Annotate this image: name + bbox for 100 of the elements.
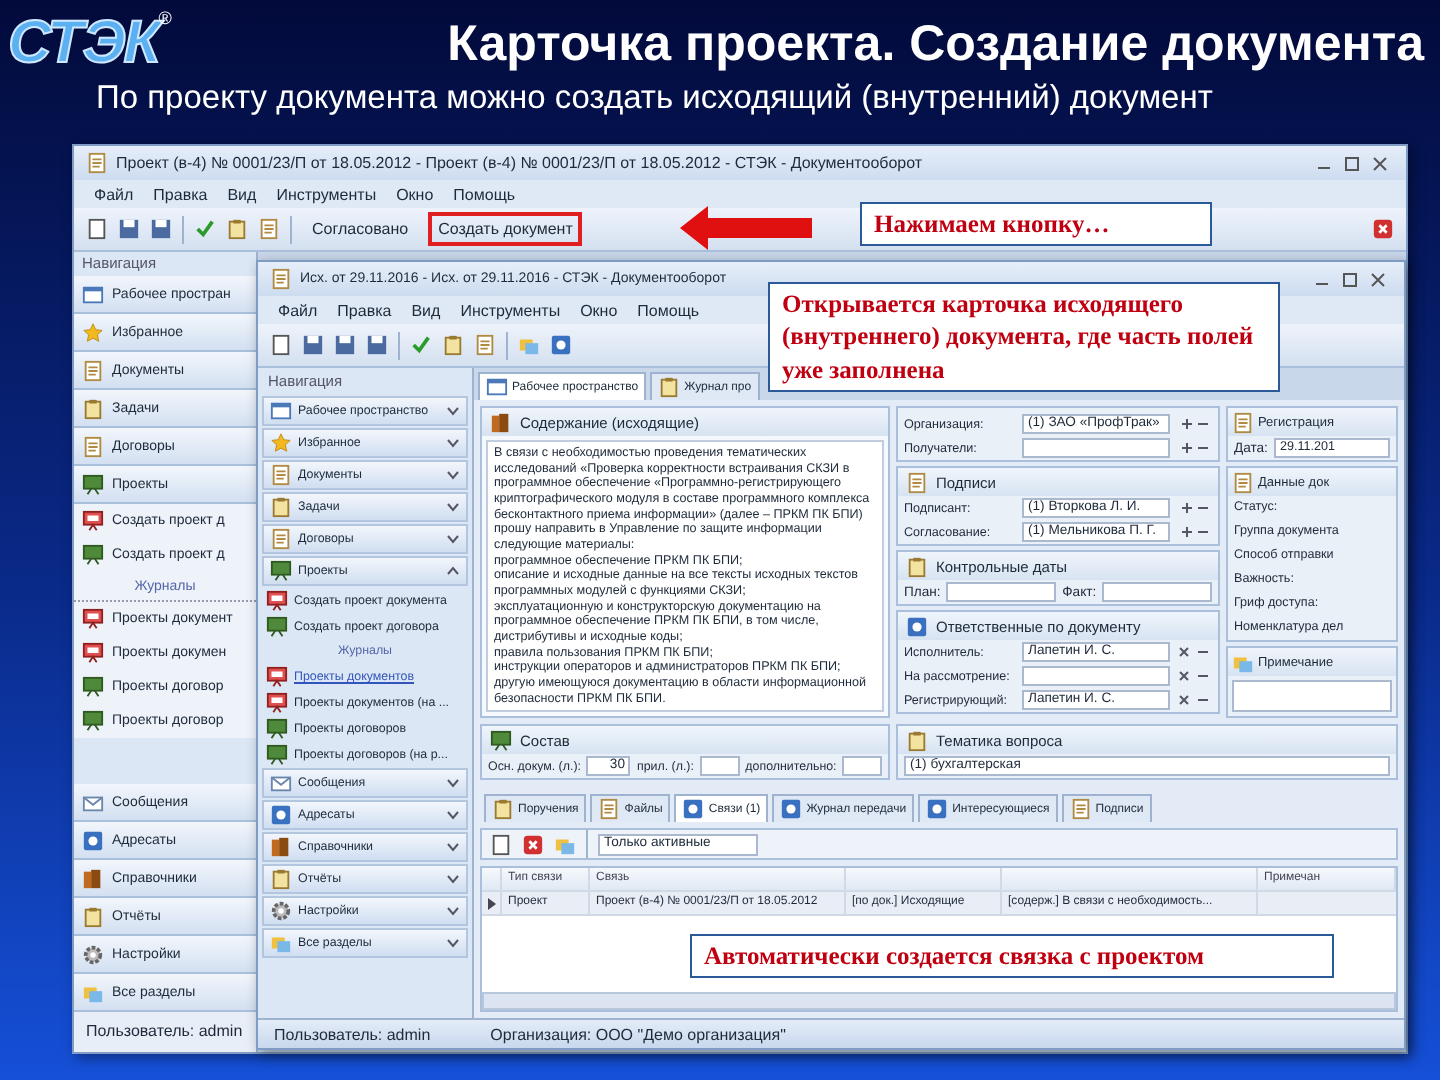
envelope-icon bbox=[82, 791, 104, 813]
save-icon[interactable] bbox=[118, 218, 140, 240]
add-remove-icon[interactable] bbox=[1176, 440, 1212, 456]
menu-item[interactable]: Вид bbox=[227, 185, 257, 203]
board-icon bbox=[82, 510, 104, 532]
input-field[interactable] bbox=[1022, 438, 1170, 458]
clipboard-icon bbox=[906, 729, 928, 751]
horizontal-scrollbar[interactable] bbox=[482, 992, 1396, 1010]
chevron-icon[interactable] bbox=[446, 534, 460, 544]
add-remove-icon[interactable] bbox=[1176, 500, 1212, 516]
save-icon[interactable] bbox=[150, 218, 172, 240]
menu-item[interactable]: Правка bbox=[337, 301, 392, 319]
input-field[interactable] bbox=[699, 756, 740, 776]
menu-item[interactable]: Окно bbox=[396, 185, 434, 203]
chevron-icon[interactable] bbox=[446, 874, 460, 884]
board-icon bbox=[82, 544, 104, 566]
document-icon bbox=[270, 464, 292, 486]
document-icon bbox=[1232, 411, 1254, 433]
menu-item[interactable]: Вид bbox=[411, 301, 441, 319]
clear-icon[interactable] bbox=[1176, 692, 1212, 708]
callout-note: Открывается карточка исходящего (внутреннего) документа, где часть полей уже заполнена bbox=[768, 282, 1280, 392]
board-icon bbox=[266, 590, 288, 612]
callout-note: Автоматически создается связка с проектом bbox=[690, 934, 1334, 979]
logo: СТЭК bbox=[8, 10, 159, 78]
new-document-icon[interactable] bbox=[490, 833, 512, 855]
folders-icon bbox=[270, 932, 292, 954]
menu-item[interactable]: Окно bbox=[580, 301, 618, 319]
document-icon bbox=[1232, 471, 1254, 493]
add-remove-icon[interactable] bbox=[1176, 416, 1212, 432]
save-icon[interactable] bbox=[334, 334, 356, 356]
checkmark-icon[interactable] bbox=[410, 334, 432, 356]
clipboard-icon bbox=[270, 496, 292, 518]
status-text: Организация: ООО "Демо организация" bbox=[490, 1025, 786, 1043]
chevron-icon[interactable] bbox=[446, 406, 460, 416]
board-icon bbox=[82, 676, 104, 698]
clear-icon[interactable] bbox=[1176, 644, 1212, 660]
clipboard-icon bbox=[906, 555, 928, 577]
clear-icon[interactable] bbox=[1176, 668, 1212, 684]
chevron-icon[interactable] bbox=[446, 566, 460, 576]
star-icon bbox=[82, 321, 104, 343]
menu-item[interactable]: Помощь bbox=[453, 185, 516, 203]
window-title: Проект (в-4) № 0001/23/П от 18.05.2012 - Проект (в-4) № 0001/23/П от 18.05.2012 - СТЭК - Документооборот bbox=[116, 154, 925, 172]
document-icon bbox=[906, 471, 928, 493]
arrow-icon bbox=[680, 206, 812, 250]
document-icon[interactable] bbox=[474, 334, 496, 356]
input-field[interactable] bbox=[946, 582, 1057, 602]
document-icon bbox=[86, 152, 108, 174]
envelope-icon bbox=[270, 772, 292, 794]
chevron-icon[interactable] bbox=[446, 502, 460, 512]
menu-item[interactable]: Правка bbox=[153, 185, 208, 203]
add-remove-icon[interactable] bbox=[1176, 524, 1212, 540]
document-icon[interactable] bbox=[258, 218, 280, 240]
window-icon bbox=[486, 376, 508, 398]
save-icon[interactable] bbox=[302, 334, 324, 356]
menu-item[interactable]: Файл bbox=[278, 301, 318, 319]
chevron-icon[interactable] bbox=[446, 470, 460, 480]
input-field[interactable] bbox=[842, 756, 882, 776]
new-document-icon[interactable] bbox=[86, 218, 108, 240]
board-icon bbox=[266, 692, 288, 714]
note-field[interactable] bbox=[1232, 680, 1392, 712]
board-icon bbox=[266, 718, 288, 740]
slide-subtitle: По проекту документа можно создать исходящий (внутренний) документ bbox=[94, 80, 1215, 118]
gear-icon bbox=[270, 900, 292, 922]
board-icon bbox=[82, 473, 104, 495]
chevron-icon[interactable] bbox=[446, 810, 460, 820]
new-document-icon[interactable] bbox=[270, 334, 292, 356]
input-field[interactable] bbox=[1102, 582, 1212, 602]
status-text: Пользователь: admin bbox=[74, 1012, 256, 1052]
board-icon bbox=[82, 642, 104, 664]
clipboard-icon[interactable] bbox=[226, 218, 248, 240]
menu-item[interactable]: Файл bbox=[94, 185, 134, 203]
checkmark-icon[interactable] bbox=[194, 218, 216, 240]
chevron-icon[interactable] bbox=[446, 842, 460, 852]
board-icon bbox=[266, 616, 288, 638]
input-field[interactable] bbox=[1022, 666, 1170, 686]
menu-item[interactable]: Инструменты bbox=[460, 301, 561, 319]
toolbar-button[interactable]: Создать документ bbox=[428, 212, 583, 246]
clipboard-icon[interactable] bbox=[442, 334, 464, 356]
document-icon bbox=[270, 528, 292, 550]
toolbar-button[interactable]: Согласовано bbox=[302, 212, 419, 246]
save-icon[interactable] bbox=[366, 334, 388, 356]
menu-item[interactable]: Помощь bbox=[637, 301, 700, 319]
document-icon bbox=[82, 359, 104, 381]
chevron-icon[interactable] bbox=[446, 938, 460, 948]
document-icon bbox=[82, 435, 104, 457]
document-icon bbox=[598, 798, 621, 820]
chevron-icon[interactable] bbox=[446, 906, 460, 916]
callout-note: Нажимаем кнопку… bbox=[860, 202, 1212, 247]
close-icon[interactable] bbox=[522, 833, 544, 855]
chevron-icon[interactable] bbox=[446, 778, 460, 788]
chevron-icon[interactable] bbox=[446, 438, 460, 448]
board-icon bbox=[266, 666, 288, 688]
clipboard-icon bbox=[658, 376, 681, 398]
close-icon[interactable] bbox=[1372, 218, 1394, 240]
star-icon bbox=[270, 432, 292, 454]
clipboard-icon bbox=[82, 397, 104, 419]
clipboard-icon bbox=[270, 868, 292, 890]
menu-item[interactable]: Инструменты bbox=[276, 185, 377, 203]
status-text: Пользователь: admin bbox=[274, 1025, 431, 1043]
window-icon bbox=[270, 400, 292, 422]
